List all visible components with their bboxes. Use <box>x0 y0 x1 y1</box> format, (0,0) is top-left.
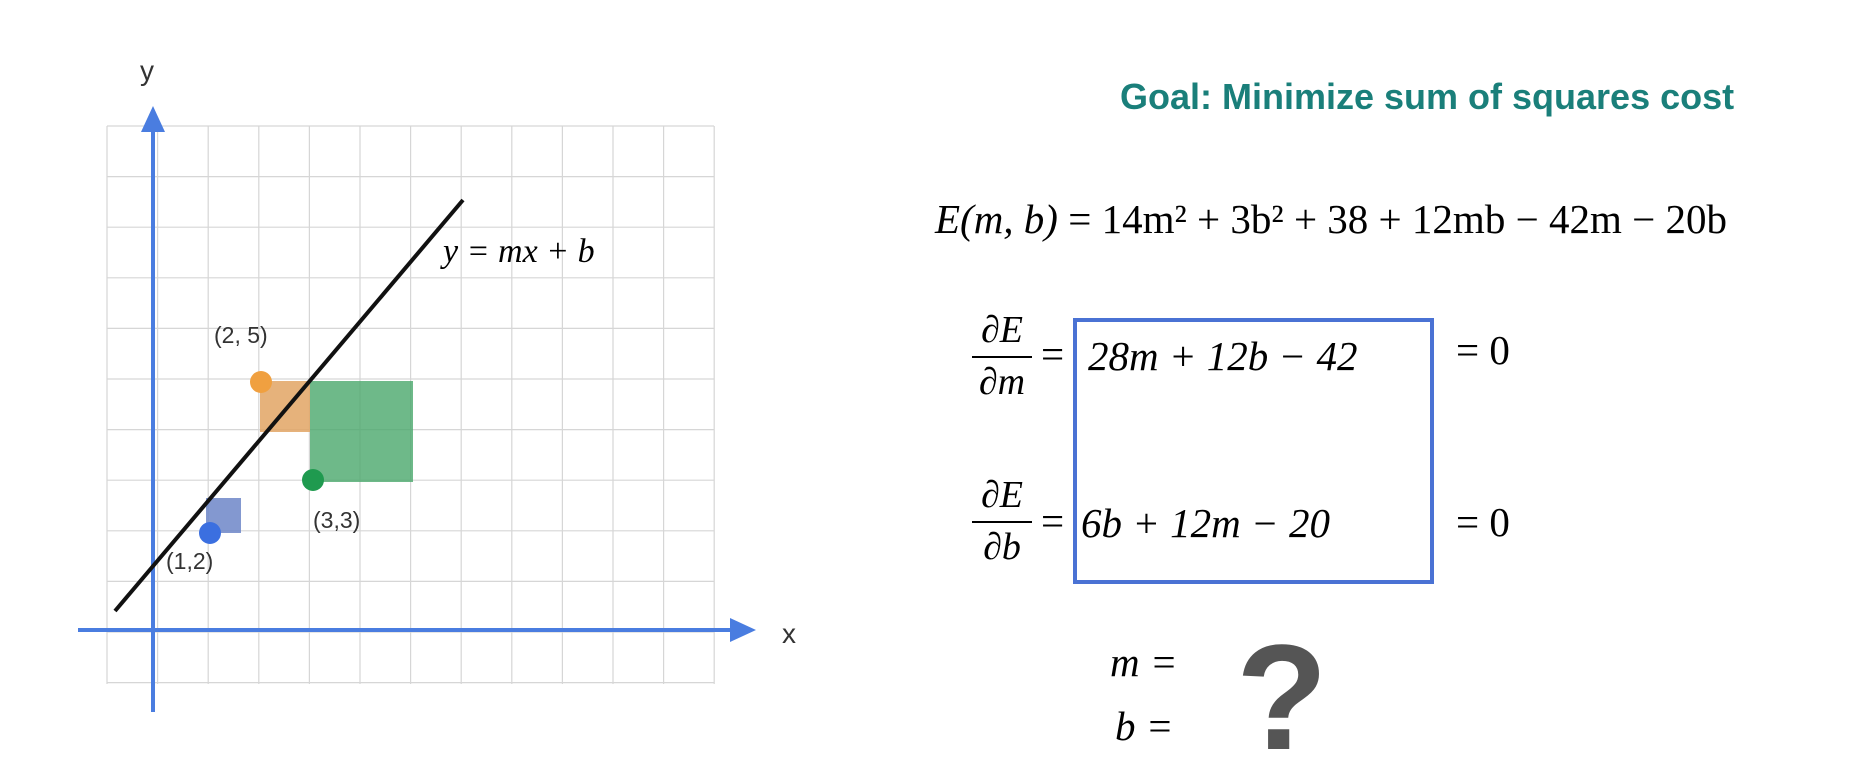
cost-equation-lhs: E(m, b) <box>935 196 1058 242</box>
partial-m-denominator: ∂m <box>978 361 1026 403</box>
point-1-2 <box>199 522 221 544</box>
cost-equation-rhs: = 14m² + 3b² + 38 + 12mb − 42m − 20b <box>1068 196 1727 242</box>
cost-equation: E(m, b) = 14m² + 3b² + 38 + 12mb − 42m −… <box>935 195 1727 243</box>
partial-b-equals: = <box>1041 498 1065 544</box>
partial-m-numerator: ∂E <box>972 308 1032 358</box>
partial-m-result: = 0 <box>1456 327 1510 373</box>
partial-b-numerator: ∂E <box>972 473 1032 523</box>
point-2-5 <box>250 371 272 393</box>
partial-b-denominator: ∂b <box>983 526 1021 568</box>
partial-e-partial-b: ∂E ∂b <box>972 473 1032 569</box>
point-label-3-3: (3,3) <box>313 507 360 533</box>
gradient-box <box>1073 318 1434 584</box>
point-label-1-2: (1,2) <box>166 548 213 574</box>
partial-m-equals: = <box>1041 331 1065 377</box>
point-label-2-5: (2, 5) <box>214 322 268 348</box>
residual-square-3-3 <box>310 381 413 482</box>
solve-m: m = <box>1110 639 1178 685</box>
partial-b-result: = 0 <box>1456 499 1510 545</box>
x-axis-label: x <box>782 618 796 649</box>
x-axis-arrow <box>730 618 756 642</box>
scatter-plot: x y y = mx + b (1,2) (2, 5) (3,3) <box>78 55 796 712</box>
solve-b: b = <box>1115 703 1174 749</box>
question-mark: ? <box>1236 613 1328 781</box>
y-axis-arrow <box>141 106 165 132</box>
point-3-3 <box>302 469 324 491</box>
partial-e-partial-m: ∂E ∂m <box>972 308 1032 404</box>
line-equation: y = mx + b <box>440 233 595 270</box>
y-axis-label: y <box>140 55 154 86</box>
goal-heading: Goal: Minimize sum of squares cost <box>1120 76 1735 117</box>
